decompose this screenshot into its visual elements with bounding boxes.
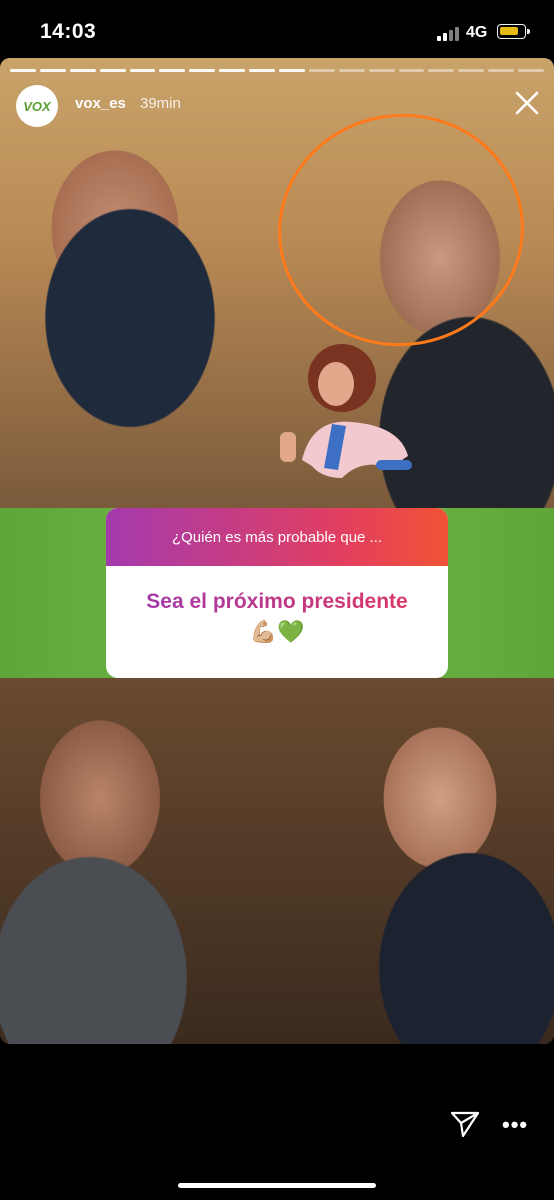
story-username[interactable]: vox_es <box>75 95 126 112</box>
progress-segment <box>39 69 66 72</box>
progress-segment <box>159 69 186 72</box>
status-time: 14:03 <box>40 20 97 43</box>
progress-segment <box>249 69 276 72</box>
home-indicator[interactable] <box>178 1183 376 1188</box>
network-type: 4G <box>466 24 488 41</box>
more-options-icon[interactable]: ••• <box>502 1112 528 1138</box>
poll-emoji: 💪🏼💚 <box>249 619 305 644</box>
avatar[interactable]: VOX <box>16 85 58 127</box>
signal-icon <box>437 27 461 41</box>
story-progress-bar <box>10 69 545 72</box>
story-viewer[interactable]: VOX vox_es 39min ¿Quién es más probable … <box>0 58 554 1044</box>
progress-segment <box>308 69 335 72</box>
woman-sticker <box>280 344 412 478</box>
progress-segment <box>99 69 126 72</box>
progress-segment <box>488 69 515 72</box>
progress-segment <box>368 69 395 72</box>
battery-icon <box>497 24 530 39</box>
progress-segment <box>428 69 455 72</box>
progress-segment <box>518 69 545 72</box>
poll-header: ¿Quién es más probable que ... <box>106 508 448 566</box>
story-photo-bottom <box>0 678 554 1044</box>
progress-segment <box>398 69 425 72</box>
vox-logo: VOX <box>23 98 51 114</box>
progress-segment <box>69 69 96 72</box>
poll-question: Sea el próximo presidente <box>106 590 448 614</box>
progress-segment <box>338 69 365 72</box>
progress-segment <box>129 69 156 72</box>
progress-segment <box>279 69 305 72</box>
status-bar: 14:03 4G <box>0 0 554 62</box>
story-timestamp: 39min <box>140 95 181 112</box>
progress-segment <box>10 69 36 72</box>
send-icon[interactable] <box>449 1108 481 1140</box>
progress-segment <box>219 69 246 72</box>
poll-card[interactable]: ¿Quién es más probable que ... Sea el pr… <box>106 508 448 678</box>
progress-segment <box>458 69 485 72</box>
close-icon[interactable] <box>514 90 540 116</box>
progress-segment <box>189 69 216 72</box>
